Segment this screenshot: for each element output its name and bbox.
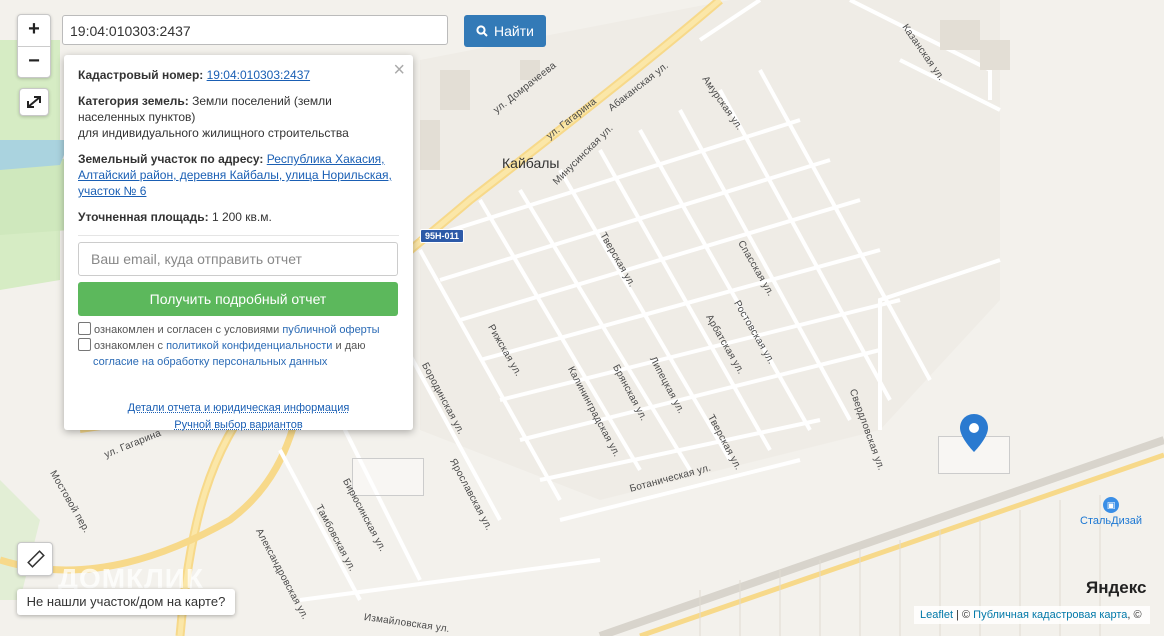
- pkk-link[interactable]: Публичная кадастровая карта: [973, 609, 1127, 621]
- town-label: Кайбалы: [502, 155, 560, 171]
- privacy-link[interactable]: политикой конфиденциальности: [166, 340, 332, 352]
- address-row: Земельный участок по адресу: Республика …: [78, 151, 399, 199]
- checkbox-privacy-row: ознакомлен с политикой конфиденциальност…: [78, 338, 399, 370]
- road-shield: 95Н-011: [420, 229, 465, 243]
- zoom-out-button[interactable]: −: [18, 47, 50, 78]
- address-label: Земельный участок по адресу:: [78, 152, 264, 166]
- category-use: для индивидуального жилищного строительс…: [78, 126, 349, 140]
- map-attribution: Leaflet | © Публичная кадастровая карта,…: [914, 606, 1150, 624]
- area-value: 1 200 кв.м.: [211, 210, 272, 224]
- area-label: Уточненная площадь:: [78, 210, 209, 224]
- get-report-button[interactable]: Получить подробный отчет: [78, 282, 398, 316]
- checkbox1-text: ознакомлен и согласен с условиями: [94, 324, 280, 336]
- search-button-label: Найти: [493, 23, 534, 39]
- checkbox2-text: ознакомлен с: [94, 340, 164, 352]
- details-link[interactable]: Детали отчета и юридическая информация: [128, 402, 350, 414]
- close-icon[interactable]: ×: [393, 59, 405, 82]
- leaflet-link[interactable]: Leaflet: [920, 609, 953, 621]
- search-input[interactable]: 19:04:010303:2437: [62, 15, 448, 45]
- ruler-button[interactable]: [17, 542, 53, 576]
- attribution-sep: | ©: [953, 609, 974, 621]
- checkbox-offer-row: ознакомлен и согласен с условиями публич…: [78, 322, 399, 338]
- zoom-control: + −: [17, 14, 51, 78]
- yandex-logo: Яндекс: [1086, 578, 1146, 598]
- cadastral-label: Кадастровый номер:: [78, 68, 204, 82]
- poi-label: СтальДизай: [1080, 515, 1143, 527]
- poi-marker[interactable]: ▣ СтальДизай: [1080, 497, 1142, 527]
- checkbox2-and: и даю: [335, 340, 366, 352]
- cadastral-link[interactable]: 19:04:010303:2437: [207, 68, 310, 82]
- manual-select-link[interactable]: Ручной выбор вариантов: [174, 419, 302, 431]
- expand-icon: [27, 96, 41, 108]
- fullscreen-button[interactable]: [19, 88, 49, 116]
- ruler-icon: [27, 550, 45, 568]
- broken-image: [352, 458, 424, 496]
- offer-link[interactable]: публичной оферты: [282, 324, 379, 336]
- search-button[interactable]: Найти: [464, 15, 546, 47]
- shop-icon: ▣: [1103, 497, 1120, 513]
- consent-link[interactable]: согласие на обработку персональных данны…: [93, 356, 327, 368]
- cadastral-row: Кадастровый номер: 19:04:010303:2437: [78, 67, 399, 83]
- area-row: Уточненная площадь: 1 200 кв.м.: [78, 209, 399, 225]
- yandex-text: Яндекс: [1086, 578, 1147, 597]
- category-row: Категория земель: Земли поселений (земли…: [78, 93, 399, 141]
- popup-footer-links: Детали отчета и юридическая информация Р…: [78, 400, 399, 434]
- attribution-tail: , ©: [1127, 609, 1142, 621]
- parcel-info-popup: × Кадастровый номер: 19:04:010303:2437 К…: [64, 55, 413, 431]
- offer-checkbox[interactable]: [78, 322, 91, 335]
- email-input[interactable]: Ваш email, куда отправить отчет: [78, 242, 398, 276]
- not-found-button[interactable]: Не нашли участок/дом на карте?: [17, 589, 235, 615]
- divider: [78, 235, 399, 236]
- privacy-checkbox[interactable]: [78, 338, 91, 351]
- category-label: Категория земель:: [78, 94, 189, 108]
- search-icon: [476, 23, 492, 39]
- zoom-in-button[interactable]: +: [18, 15, 50, 47]
